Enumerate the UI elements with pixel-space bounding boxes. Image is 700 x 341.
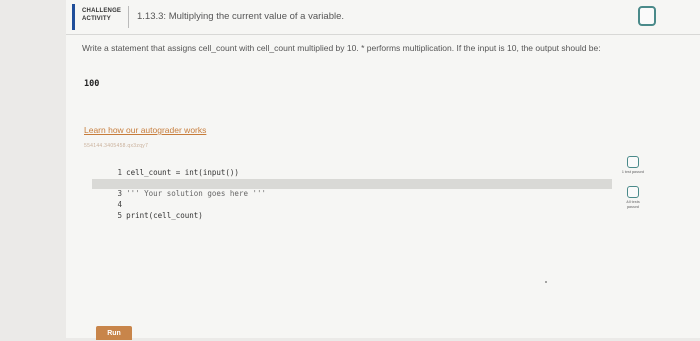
- code-line-4[interactable]: 4: [96, 190, 126, 209]
- completion-checkbox-icon: [638, 6, 656, 26]
- code-editor[interactable]: 1cell_count = int(input()) 2 3''' Your s…: [92, 158, 614, 220]
- code-text[interactable]: cell_count = int(input()): [126, 168, 239, 177]
- test-status-icon: [627, 186, 639, 198]
- code-line-2[interactable]: 2: [96, 168, 126, 187]
- code-line-5[interactable]: 5 print(cell_count): [96, 201, 203, 220]
- code-line-3-active[interactable]: 3 ''' Your solution goes here ''': [92, 179, 612, 198]
- challenge-activity-badge: CHALLENGE ACTIVITY: [82, 7, 128, 23]
- sample-output: 100: [84, 79, 100, 89]
- activity-title: 1.13.3: Multiplying the current value of…: [137, 11, 345, 22]
- test-status-icon: [627, 156, 639, 168]
- file-identifier: 554144.3405458.qx3zqy7: [84, 143, 149, 149]
- badge-line-2: ACTIVITY: [82, 16, 111, 22]
- badge-divider: [128, 6, 129, 28]
- accent-bar: [72, 4, 75, 30]
- autograder-help-link[interactable]: Learn how our autograder works: [84, 125, 206, 135]
- code-line-1[interactable]: 1 cell_count = int(input()): [96, 158, 239, 177]
- line-number: 5: [117, 211, 123, 220]
- code-text[interactable]: print(cell_count): [126, 211, 203, 220]
- instructions-text: Write a statement that assigns cell_coun…: [82, 43, 601, 53]
- code-text[interactable]: ''' Your solution goes here ''': [126, 189, 266, 198]
- header-divider: [66, 34, 700, 35]
- decorative-dot: [545, 281, 547, 283]
- test-1-caption: 1 test passed: [621, 170, 645, 174]
- test-2-caption: All tests passed: [626, 200, 640, 209]
- badge-line-1: CHALLENGE: [82, 8, 122, 14]
